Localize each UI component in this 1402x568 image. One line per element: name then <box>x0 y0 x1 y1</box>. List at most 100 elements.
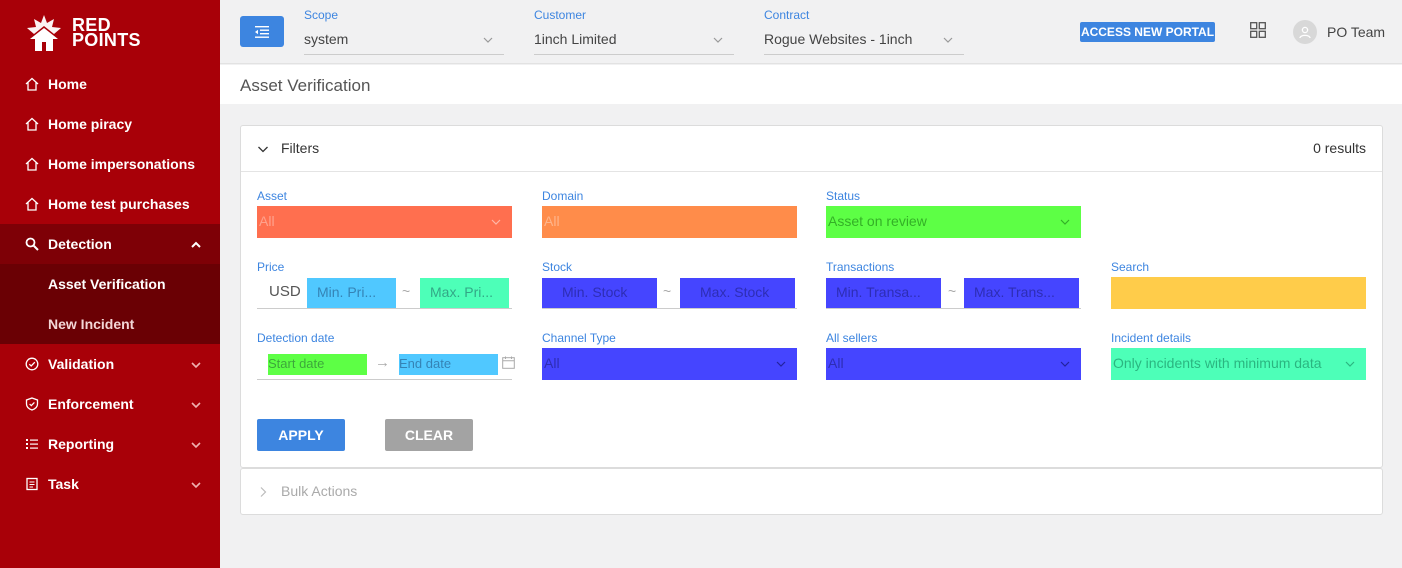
domain-label: Domain <box>542 189 584 203</box>
chevron-down-icon <box>1060 361 1070 367</box>
menu-toggle-button[interactable] <box>240 16 284 47</box>
sidebar-item-home-test-purchases[interactable]: Home test purchases <box>0 184 220 224</box>
bulk-actions-panel[interactable]: Bulk Actions <box>240 468 1383 515</box>
scope-select[interactable]: Scope system <box>304 8 504 55</box>
channel-type-select[interactable]: All <box>542 348 797 380</box>
asset-select[interactable]: All <box>257 206 512 238</box>
transactions-underline <box>826 308 1081 309</box>
start-date-input[interactable]: Start date <box>268 354 367 375</box>
transactions-label: Transactions <box>826 260 895 274</box>
min-stock-input[interactable]: Min. Stock <box>542 278 657 308</box>
min-price-input[interactable]: Min. Pri... <box>307 278 396 308</box>
domain-input[interactable]: All <box>542 206 797 238</box>
check-circle-icon <box>24 356 40 372</box>
price-filter: Price <box>257 260 284 277</box>
price-underline <box>257 308 512 309</box>
filters-title: Filters <box>281 140 320 156</box>
user-name[interactable]: PO Team <box>1327 24 1385 40</box>
max-transactions-placeholder: Max. Trans... <box>974 284 1055 300</box>
search-input[interactable] <box>1111 277 1366 309</box>
asset-filter: Asset <box>257 189 512 206</box>
channel-type-filter: Channel Type <box>542 331 616 348</box>
home-icon <box>24 196 40 212</box>
filters-header[interactable]: Filters 0 results <box>241 126 1382 172</box>
incident-details-label: Incident details <box>1111 331 1192 345</box>
sidebar-item-label: Enforcement <box>48 396 134 412</box>
max-price-input[interactable]: Max. Pri... <box>420 278 509 308</box>
end-date-input[interactable]: End date <box>399 354 498 375</box>
sidebar-item-label: Home test purchases <box>48 196 190 212</box>
sidebar-item-reporting[interactable]: Reporting <box>0 424 220 464</box>
incident-details-value: Only incidents with minimum data <box>1113 355 1322 371</box>
sidebar-item-home-piracy[interactable]: Home piracy <box>0 104 220 144</box>
customer-value-text: 1inch Limited <box>534 31 617 47</box>
chevron-down-icon <box>491 219 501 225</box>
max-transactions-input[interactable]: Max. Trans... <box>964 278 1079 308</box>
currency-select[interactable]: USD <box>267 277 307 309</box>
red-points-logo[interactable]: RED POINTS <box>24 13 141 53</box>
sidebar-item-label: New Incident <box>48 316 135 332</box>
apps-grid-icon[interactable] <box>1250 22 1266 38</box>
status-value: Asset on review <box>828 213 927 229</box>
page-title: Asset Verification <box>240 76 371 95</box>
sidebar-item-home[interactable]: Home <box>0 64 220 104</box>
contract-select[interactable]: Contract Rogue Websites - 1inch <box>764 8 964 55</box>
scope-label: Scope <box>304 8 339 22</box>
sidebar-item-enforcement[interactable]: Enforcement <box>0 384 220 424</box>
logo-line-2: POINTS <box>72 30 141 50</box>
customer-label: Customer <box>534 8 587 22</box>
domain-filter: Domain <box>542 189 797 206</box>
task-icon <box>24 476 40 492</box>
search-filter: Search <box>1111 260 1149 277</box>
sidebar-item-validation[interactable]: Validation <box>0 344 220 384</box>
avatar[interactable] <box>1293 20 1317 44</box>
all-sellers-select[interactable]: All <box>826 348 1081 380</box>
page-header: Asset Verification <box>220 65 1402 104</box>
sidebar-item-detection[interactable]: Detection <box>0 224 220 264</box>
customer-value[interactable]: 1inch Limited <box>534 31 734 55</box>
user-icon <box>1299 26 1311 39</box>
top-bar: Scope system Customer 1inch Limited Cont… <box>220 0 1402 64</box>
max-stock-input[interactable]: Max. Stock <box>680 278 795 308</box>
chevron-down-icon <box>258 146 268 153</box>
currency-value: USD <box>269 283 301 300</box>
chevron-down-icon <box>943 37 953 43</box>
sidebar-item-asset-verification[interactable]: Asset Verification <box>0 264 220 304</box>
sidebar-item-home-impersonations[interactable]: Home impersonations <box>0 144 220 184</box>
max-price-placeholder: Max. Pri... <box>430 284 494 300</box>
home-icon <box>24 156 40 172</box>
status-select[interactable]: Asset on review <box>826 206 1081 238</box>
status-filter: Status <box>826 189 1081 206</box>
chevron-down-icon <box>776 361 786 367</box>
sidebar-item-label: Reporting <box>48 436 115 452</box>
chevron-down-icon <box>190 478 202 490</box>
list-icon <box>24 436 40 452</box>
sidebar-item-new-incident[interactable]: New Incident <box>0 304 220 344</box>
chevron-up-icon <box>190 238 202 250</box>
sidebar-item-task[interactable]: Task <box>0 464 220 504</box>
asset-label: Asset <box>257 189 288 203</box>
stock-filter: Stock <box>542 260 572 277</box>
date-underline <box>257 379 512 380</box>
contract-label: Contract <box>764 8 810 22</box>
shield-icon <box>24 396 40 412</box>
chevron-down-icon <box>190 438 202 450</box>
max-stock-placeholder: Max. Stock <box>700 284 770 300</box>
min-stock-placeholder: Min. Stock <box>562 284 628 300</box>
calendar-icon[interactable] <box>502 356 515 369</box>
apply-button[interactable]: APPLY <box>257 419 345 451</box>
incident-details-select[interactable]: Only incidents with minimum data <box>1111 348 1366 380</box>
home-icon <box>24 116 40 132</box>
scope-value[interactable]: system <box>304 31 504 55</box>
end-date-placeholder: End date <box>399 356 452 371</box>
all-sellers-placeholder: All <box>828 355 844 371</box>
stock-separator: ~ <box>663 283 672 299</box>
search-label: Search <box>1111 260 1150 274</box>
results-count: 0 results <box>1313 140 1366 156</box>
menu-fold-icon <box>255 25 269 38</box>
contract-value[interactable]: Rogue Websites - 1inch <box>764 31 964 55</box>
customer-select[interactable]: Customer 1inch Limited <box>534 8 734 55</box>
clear-button[interactable]: CLEAR <box>385 419 473 451</box>
min-transactions-input[interactable]: Min. Transa... <box>826 278 941 308</box>
access-new-portal-button[interactable]: ACCESS NEW PORTAL <box>1080 22 1215 42</box>
